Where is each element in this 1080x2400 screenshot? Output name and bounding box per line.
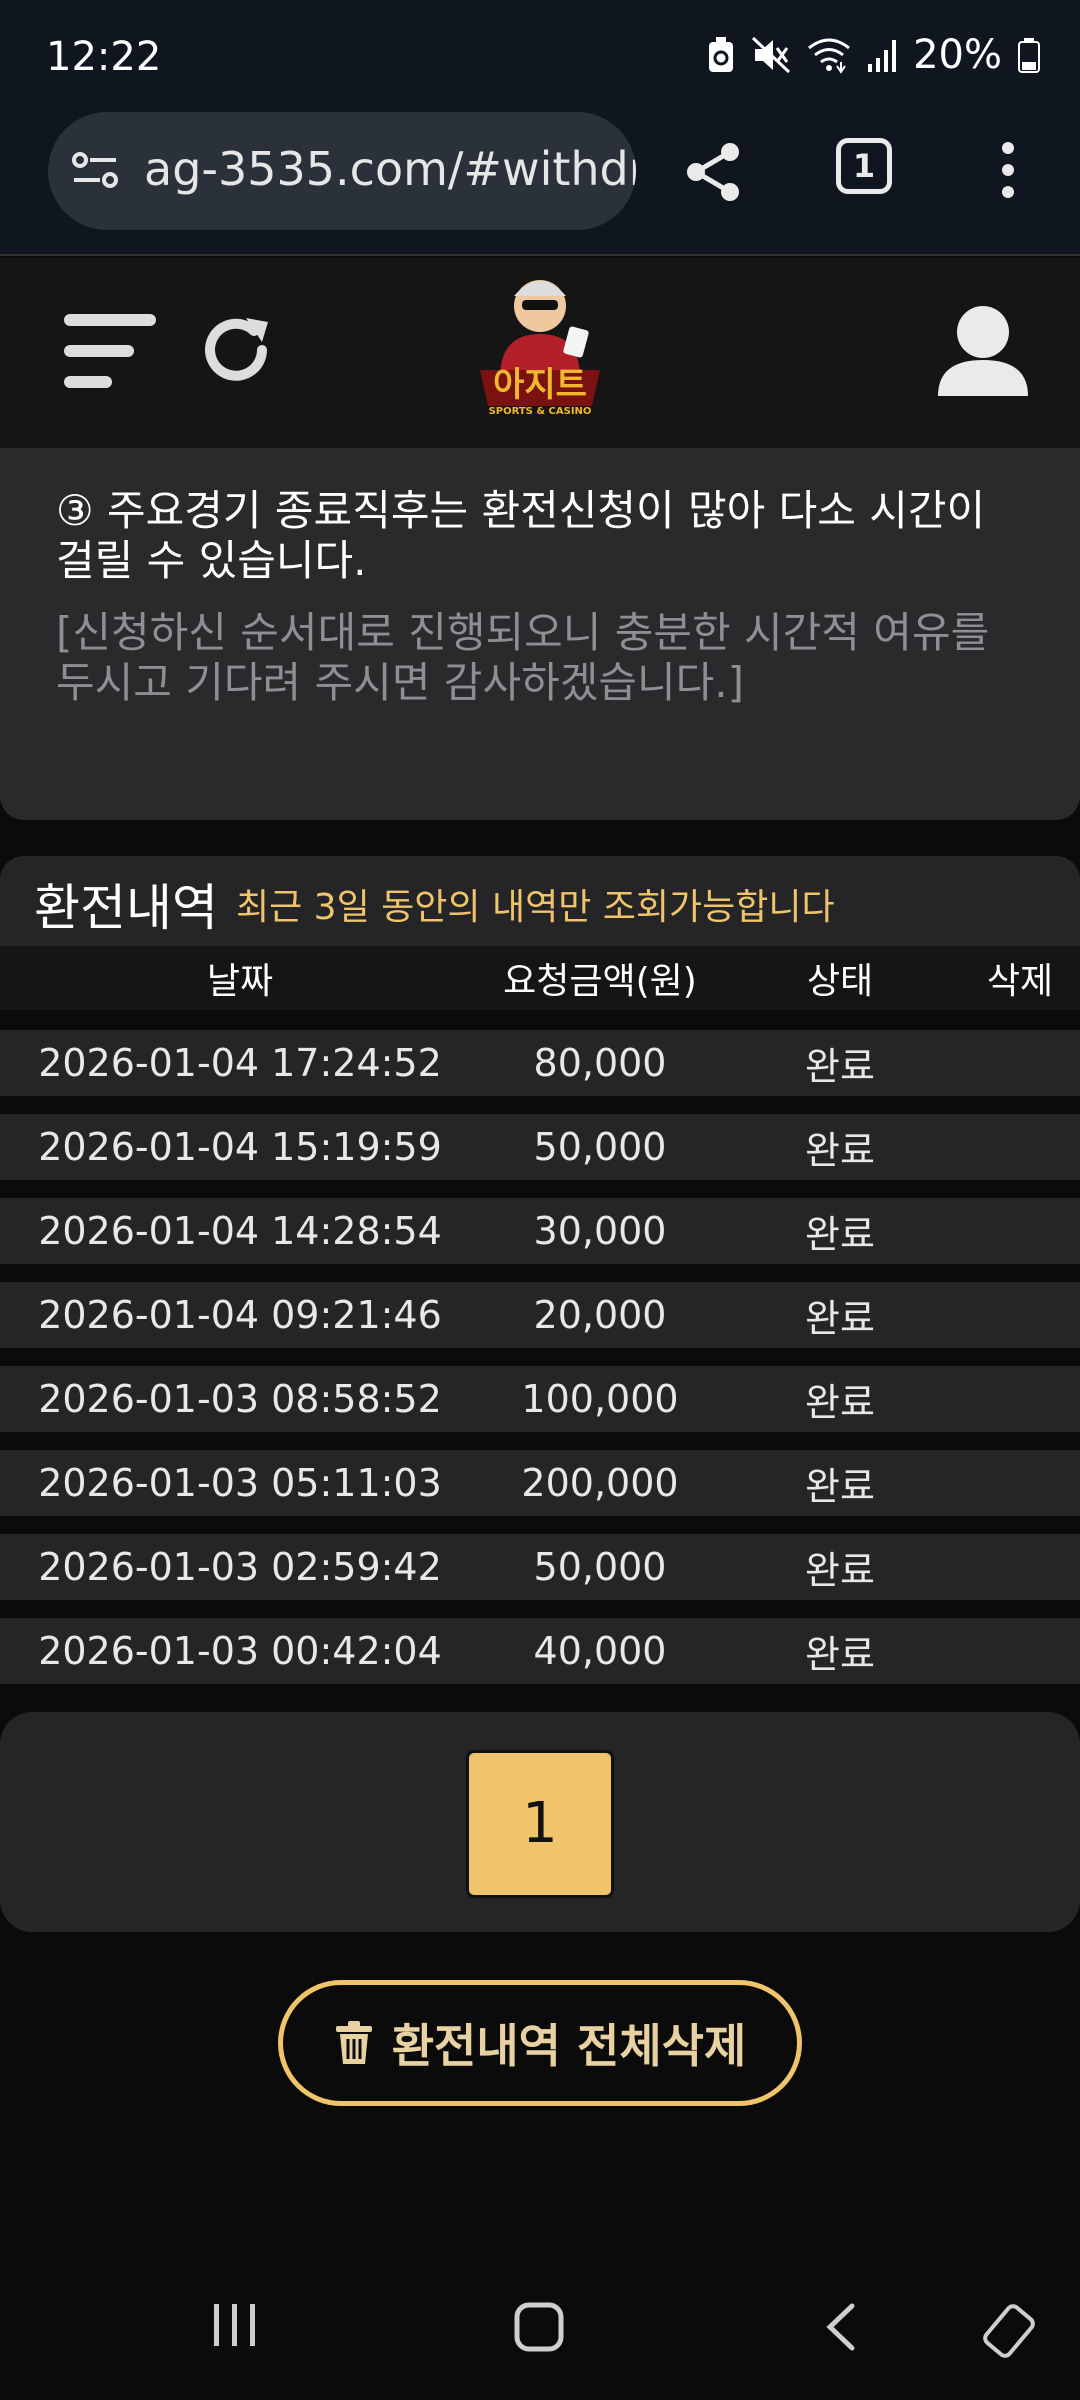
table-row: 2026-01-03 08:58:52 100,000 완료 <box>0 1366 1080 1432</box>
row-status: 완료 <box>805 1296 875 1341</box>
row-status: 완료 <box>805 1044 875 1089</box>
row-status: 완료 <box>805 1548 875 1593</box>
row-status: 완료 <box>805 1632 875 1677</box>
row-amount: 100,000 <box>521 1377 679 1421</box>
menu-icon[interactable] <box>64 310 156 392</box>
browser-toolbar: ag-3535.com/#withdr 1 <box>0 110 1080 256</box>
row-status: 완료 <box>805 1128 875 1173</box>
status-time: 12:22 <box>46 34 162 80</box>
table-row: 2026-01-04 09:21:46 20,000 완료 <box>0 1282 1080 1348</box>
column-date: 날짜 <box>206 961 274 1002</box>
row-date: 2026-01-03 08:58:52 <box>38 1377 442 1421</box>
rotate-icon[interactable] <box>980 2302 1038 2360</box>
history-subtitle: 최근 3일 동안의 내역만 조회가능합니다 <box>236 887 835 928</box>
table-row: 2026-01-03 02:59:42 50,000 완료 <box>0 1534 1080 1600</box>
battery-percent: 20% <box>913 32 1002 78</box>
back-icon[interactable] <box>824 2302 858 2352</box>
notice-line-1: ③ 주요경기 종료직후는 환전신청이 많아 다소 시간이 걸릴 수 있습니다. <box>56 486 986 585</box>
address-bar[interactable]: ag-3535.com/#withdr <box>48 112 636 230</box>
system-nav-bar <box>0 2240 1080 2400</box>
table-row: 2026-01-03 05:11:03 200,000 완료 <box>0 1450 1080 1516</box>
tabs-button[interactable]: 1 <box>836 138 892 194</box>
row-status: 완료 <box>805 1464 875 1509</box>
table-header: 날짜 요청금액(원) 상태 삭제 <box>0 946 1080 1010</box>
wifi-icon <box>808 38 851 74</box>
row-amount: 200,000 <box>521 1461 679 1505</box>
table-row: 2026-01-04 14:28:54 30,000 완료 <box>0 1198 1080 1264</box>
row-date: 2026-01-03 00:42:04 <box>38 1629 442 1673</box>
refresh-icon[interactable] <box>196 310 276 390</box>
site-logo[interactable]: 아지트 SPORTS & CASINO <box>470 268 610 418</box>
row-amount: 30,000 <box>533 1209 667 1253</box>
table-row: 2026-01-04 17:24:52 80,000 완료 <box>0 1030 1080 1096</box>
delete-all-label: 환전내역 전체삭제 <box>391 2019 747 2073</box>
user-icon[interactable] <box>936 304 1030 396</box>
column-delete: 삭제 <box>986 961 1054 1002</box>
site-header: 아지트 SPORTS & CASINO <box>0 258 1080 448</box>
column-amount: 요청금액(원) <box>503 961 697 1002</box>
more-icon[interactable] <box>996 140 1020 200</box>
recents-icon[interactable] <box>210 2302 260 2348</box>
row-date: 2026-01-03 05:11:03 <box>38 1461 442 1505</box>
withdrawal-notice: ③ 주요경기 종료직후는 환전신청이 많아 다소 시간이 걸릴 수 있습니다. … <box>0 448 1080 820</box>
history-header: 환전내역 최근 3일 동안의 내역만 조회가능합니다 <box>0 856 1080 946</box>
url-text[interactable]: ag-3535.com/#withdr <box>144 142 636 196</box>
trash-icon <box>335 2021 372 2064</box>
row-date: 2026-01-04 17:24:52 <box>38 1041 442 1085</box>
row-status: 완료 <box>805 1212 875 1257</box>
row-date: 2026-01-03 02:59:42 <box>38 1545 442 1589</box>
home-icon[interactable] <box>514 2302 564 2352</box>
status-icons: 20% <box>707 32 1040 78</box>
status-bar: 12:22 20% <box>0 0 1080 110</box>
mute-icon <box>752 36 791 74</box>
table-row: 2026-01-03 00:42:04 40,000 완료 <box>0 1618 1080 1684</box>
row-amount: 50,000 <box>533 1125 667 1169</box>
row-amount: 40,000 <box>533 1629 667 1673</box>
row-date: 2026-01-04 14:28:54 <box>38 1209 442 1253</box>
battery-icon <box>1018 38 1040 73</box>
signal-icon <box>868 40 897 72</box>
battery-saver-icon <box>709 37 734 72</box>
site-settings-icon[interactable] <box>70 148 122 192</box>
row-amount: 50,000 <box>533 1545 667 1589</box>
table-row: 2026-01-04 15:19:59 50,000 완료 <box>0 1114 1080 1180</box>
delete-all-history-button[interactable]: 환전내역 전체삭제 <box>278 1980 802 2106</box>
logo-subtext: SPORTS & CASINO <box>489 406 592 417</box>
row-date: 2026-01-04 15:19:59 <box>38 1125 442 1169</box>
row-status: 완료 <box>805 1380 875 1425</box>
page-button-1[interactable]: 1 <box>466 1750 614 1898</box>
share-icon[interactable] <box>682 140 746 204</box>
notice-line-2: [신청하신 순서대로 진행되오니 충분한 시간적 여유를 두시고 기다려 주시면… <box>56 608 990 707</box>
row-amount: 80,000 <box>533 1041 667 1085</box>
row-date: 2026-01-04 09:21:46 <box>38 1293 442 1337</box>
column-status: 상태 <box>806 961 874 1002</box>
logo-text: 아지트 <box>493 365 587 405</box>
history-title: 환전내역 <box>34 879 218 937</box>
history-table: 2026-01-04 17:24:52 80,000 완료 2026-01-04… <box>0 1030 1080 1702</box>
row-amount: 20,000 <box>533 1293 667 1337</box>
pagination: 1 <box>0 1712 1080 1932</box>
